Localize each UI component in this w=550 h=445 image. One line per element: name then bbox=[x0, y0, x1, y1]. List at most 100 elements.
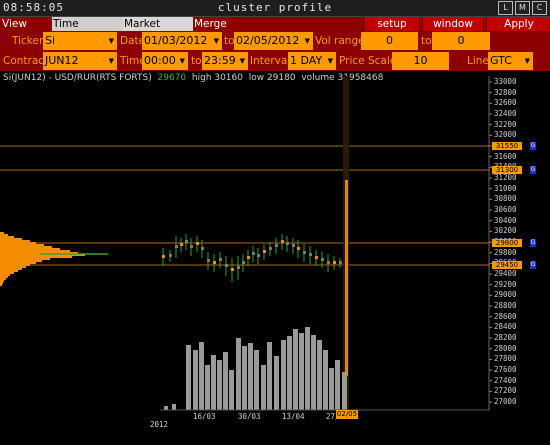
price-tick: 32800 bbox=[494, 87, 517, 97]
volume-profile-bar bbox=[0, 248, 60, 250]
volume-profile-bar bbox=[0, 266, 26, 268]
cluster-cell bbox=[185, 240, 188, 243]
cluster-cell bbox=[247, 256, 250, 259]
cluster-cell bbox=[207, 259, 210, 262]
volume-bar bbox=[261, 365, 266, 410]
price-tick: 31600 bbox=[494, 151, 517, 161]
volume-bar bbox=[205, 365, 210, 410]
price-tick: 28000 bbox=[494, 343, 517, 353]
cluster-cell bbox=[225, 264, 228, 267]
volume-profile-bar bbox=[0, 234, 8, 236]
price-tick: 30400 bbox=[494, 215, 517, 225]
cluster-cell bbox=[327, 261, 330, 264]
price-tick: 30800 bbox=[494, 194, 517, 204]
cluster-cell bbox=[315, 256, 318, 259]
cluster-cell bbox=[333, 261, 336, 264]
volume-bar bbox=[267, 342, 272, 410]
volume-bar bbox=[248, 343, 253, 410]
volume-profile-bar bbox=[0, 282, 3, 284]
price-tick: 31000 bbox=[494, 183, 517, 193]
volume-bar bbox=[299, 333, 304, 410]
volume-profile-bar bbox=[0, 264, 30, 266]
cluster-cell bbox=[257, 254, 260, 257]
cluster-cell bbox=[231, 268, 234, 271]
cluster-cell bbox=[252, 252, 255, 255]
volume-bar bbox=[342, 372, 347, 410]
cluster-cell bbox=[175, 245, 178, 248]
cursor-date-tag: 02/05 bbox=[336, 410, 358, 419]
volume-profile-bar bbox=[0, 250, 70, 252]
volume-bar bbox=[335, 360, 340, 410]
volume-bar bbox=[217, 360, 222, 410]
cluster-cell bbox=[180, 243, 183, 246]
price-tick: 32400 bbox=[494, 109, 517, 118]
volume-profile-bar bbox=[0, 232, 4, 234]
volume-profile-bar bbox=[0, 270, 18, 272]
volume-profile-bar bbox=[0, 268, 22, 270]
volume-bar bbox=[274, 356, 279, 410]
volume-bar bbox=[229, 370, 234, 410]
volume-bar bbox=[199, 342, 204, 410]
cluster-cell bbox=[292, 244, 295, 247]
price-tick: 32600 bbox=[494, 98, 517, 108]
price-tick: 29800 bbox=[494, 247, 517, 257]
cursor-line bbox=[345, 180, 348, 376]
volume-bar bbox=[172, 404, 176, 410]
level-price-tag[interactable]: 29450 bbox=[492, 261, 522, 269]
price-tick: 31200 bbox=[494, 173, 517, 183]
gtc-badge: G bbox=[530, 142, 536, 150]
volume-profile-bar bbox=[0, 256, 72, 258]
volume-bar bbox=[311, 335, 316, 410]
price-tick: 27400 bbox=[494, 375, 517, 385]
volume-bar bbox=[186, 345, 191, 410]
volume-profile-bar bbox=[0, 274, 10, 276]
year-label: 2012 bbox=[150, 420, 169, 429]
cluster-cell bbox=[190, 245, 193, 248]
volume-profile-bar bbox=[0, 240, 30, 242]
chart-plot bbox=[0, 76, 492, 411]
volume-bar bbox=[223, 352, 228, 410]
volume-profile-bar bbox=[0, 258, 50, 260]
volume-bar bbox=[236, 338, 241, 410]
price-tick: 28200 bbox=[494, 333, 517, 343]
price-tick: 32000 bbox=[494, 130, 517, 140]
cluster-cell bbox=[321, 258, 324, 261]
level-price-tag[interactable]: 29800 bbox=[492, 239, 522, 247]
volume-bar bbox=[164, 406, 168, 410]
volume-bar bbox=[317, 340, 322, 410]
price-tick: 27600 bbox=[494, 365, 517, 375]
cluster-cell bbox=[219, 258, 222, 261]
level-price-tag[interactable]: 31550 bbox=[492, 142, 522, 150]
cluster-cell bbox=[309, 253, 312, 256]
price-tick: 29000 bbox=[494, 290, 517, 300]
volume-profile-bar bbox=[0, 284, 2, 286]
cluster-cell bbox=[169, 254, 172, 257]
volume-bar bbox=[281, 340, 286, 410]
cluster-cell bbox=[286, 242, 289, 245]
gtc-badge: G bbox=[530, 261, 536, 269]
volume-profile-bar bbox=[0, 260, 42, 262]
price-tick: 30200 bbox=[494, 226, 517, 236]
price-tick: 28600 bbox=[494, 311, 517, 321]
gtc-badge: G bbox=[530, 239, 536, 247]
cluster-cell bbox=[237, 266, 240, 269]
cluster-cell bbox=[263, 250, 266, 253]
volume-profile-bar bbox=[0, 272, 14, 274]
date-tick: 16/03 bbox=[193, 412, 216, 421]
date-tick: 13/04 bbox=[282, 412, 305, 421]
cluster-cell bbox=[303, 251, 306, 254]
price-tick: 29200 bbox=[494, 279, 517, 289]
volume-profile-bar bbox=[0, 262, 36, 264]
volume-bar bbox=[293, 329, 298, 410]
price-tick: 27000 bbox=[494, 397, 517, 407]
volume-profile-bar bbox=[0, 236, 14, 238]
level-price-tag[interactable]: 31300 bbox=[492, 166, 522, 174]
volume-profile-bar bbox=[0, 242, 36, 244]
price-tick: 27200 bbox=[494, 386, 517, 396]
volume-profile-bar bbox=[0, 244, 44, 246]
cluster-cell bbox=[201, 247, 204, 250]
cluster-cell bbox=[339, 261, 342, 264]
volume-bar bbox=[287, 336, 292, 410]
price-tick: 33000 bbox=[494, 77, 517, 86]
gtc-badge: G bbox=[530, 166, 536, 174]
